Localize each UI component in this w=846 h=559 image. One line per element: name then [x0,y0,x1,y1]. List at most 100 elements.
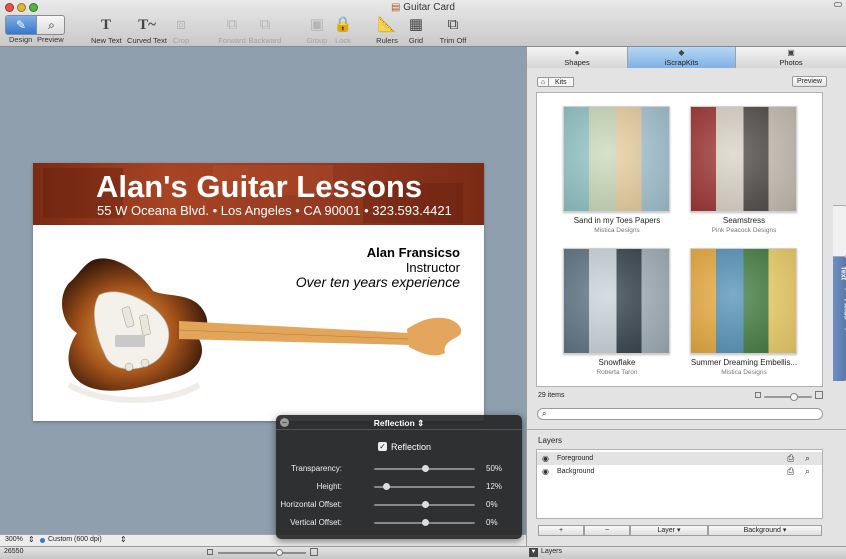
group-button[interactable]: ▣ Group [304,15,330,45]
home-icon[interactable]: ⌂ [537,77,549,87]
reflection-row-label: Transparency: [291,464,342,473]
curved-text-button[interactable]: T~ Curved Text [126,15,168,45]
printer-icon[interactable]: ⎙ [787,465,794,478]
group-icon: ▣ [309,16,325,33]
tab-shapes[interactable]: ● Shapes [527,47,628,68]
mode-segmented-control[interactable]: ✎ ⌕ [5,15,65,35]
guitar-image[interactable] [49,235,469,415]
new-text-button[interactable]: T New Text [91,15,122,45]
add-layer-button[interactable]: + [538,525,584,536]
shapes-tab-icon: ● [574,48,580,57]
side-tab-favorites[interactable]: Favorites [833,329,846,381]
tab-photos[interactable]: ▣ Photos [736,47,846,68]
slider-knob[interactable] [421,519,429,526]
kit-designer: Pink Peacock Designs [711,227,777,234]
side-tab-text[interactable]: Text [833,257,846,289]
kit-designer: Roberta Taron [596,369,638,376]
large-thumb-icon [815,391,823,399]
window-title-wrap: ▤ Guitar Card [0,2,846,13]
kit-thumbnail[interactable] [563,248,670,354]
layer-menu-button[interactable]: Layer ▾ [630,525,708,536]
reflection-row-value: 0% [486,500,498,509]
kit-name[interactable]: Snowflake [547,358,687,367]
trim-off-button[interactable]: ⧉ Trim Off [438,15,468,45]
tab-label: Shapes [564,58,590,67]
kit-designer: Mistica Designs [721,369,767,376]
forward-button[interactable]: ⧉ Forward [215,15,249,45]
card-title[interactable]: Alan's Guitar Lessons [96,169,422,205]
reflection-slider[interactable] [374,501,475,508]
layer-row[interactable]: ◉ Background ⎙ ⌕ [537,465,822,478]
side-tab-fields[interactable]: Fields [833,289,846,329]
reflection-title[interactable]: Reflection ⇕ [276,418,522,429]
design-label: Design [9,35,33,44]
reflection-checkbox-label: Reflection [391,442,432,452]
kit-name[interactable]: Summer Dreaming Embellis... [674,358,814,367]
rulers-button[interactable]: 📐 Rulers [376,15,398,45]
eye-icon[interactable]: ◉ [542,452,549,465]
zoom-level-select[interactable]: 300% [5,536,23,543]
tab-iscrapkits[interactable]: ◆ iScrapKits [628,47,736,68]
reflection-checkbox[interactable]: ✓ [378,442,387,451]
preview-mode-button[interactable]: ⌕ [36,16,64,34]
business-card[interactable]: Alan's Guitar Lessons 55 W Oceana Blvd. … [33,163,484,421]
right-panel: ● Shapes ◆ iScrapKits ▣ Photos ⌂ Kits Preview… [526,47,846,546]
background-menu-button[interactable]: Background ▾ [708,525,822,536]
document-icon: ▤ [391,2,401,13]
slider-knob[interactable] [790,393,798,401]
kit-thumbnail[interactable] [690,248,797,354]
slider-knob[interactable] [276,549,283,556]
search-input[interactable]: ⌕ [537,408,823,420]
lock-icon: 🔒 [333,16,353,33]
grid-button[interactable]: ▦ Grid [405,15,427,45]
forward-label: Forward [218,36,246,45]
canvas-zoom-slider[interactable] [218,549,306,556]
window-title: Guitar Card [403,2,455,13]
kit-name[interactable]: Seamstress [674,216,814,225]
side-tab-graphics[interactable]: Graphics [833,205,846,257]
magnifier-icon[interactable]: ⌕ [805,452,810,465]
eye-icon[interactable]: ◉ [542,465,549,478]
toolbar-toggle-button[interactable] [834,2,842,7]
kits-breadcrumb[interactable]: Kits [549,77,574,87]
tab-label: iScrapKits [664,58,699,67]
design-mode-button[interactable]: ✎ [6,16,36,34]
photos-tab-icon: ▣ [787,48,795,57]
side-tab-label: Fields [842,298,846,320]
card-address[interactable]: 55 W Oceana Blvd. • Los Angeles • CA 900… [97,203,452,218]
trim-off-icon: ⧉ [447,16,459,33]
card-banner[interactable]: Alan's Guitar Lessons 55 W Oceana Blvd. … [33,163,484,225]
search-icon: ⌕ [542,409,547,418]
curved-text-label: Curved Text [127,36,167,45]
reflection-row-value: 50% [486,464,503,473]
kit-thumbnail-shade [691,249,796,353]
layer-row[interactable]: ◉ Foreground ⎙ ⌕ [537,452,822,465]
reflection-slider[interactable] [374,483,475,490]
printer-icon[interactable]: ⎙ [787,452,794,465]
tab-label: Photos [779,58,803,67]
reflection-slider[interactable] [374,519,475,526]
divider [527,429,846,430]
remove-layer-button[interactable]: − [584,525,630,536]
magnifier-icon[interactable]: ⌕ [805,465,810,478]
crop-button[interactable]: ⧈ Crop [170,15,192,45]
thumbnail-size-slider[interactable] [764,393,812,401]
backward-button[interactable]: ⧉ Backward [248,15,282,45]
kit-thumbnail[interactable] [563,106,670,212]
slider-knob[interactable] [421,501,429,508]
layer-name: Background [557,468,595,475]
background-menu-label: Background [743,527,781,534]
new-text-icon: T [100,17,111,33]
crop-label: Crop [172,36,190,45]
kit-name[interactable]: Sand in my Toes Papers [547,216,687,225]
resolution-select[interactable]: Custom (600 dpi) [48,536,102,543]
bottom-bar: 26550 ▼ Layers [0,546,846,559]
chevron-updown-icon: ⇕ [120,535,127,544]
preview-button[interactable]: Preview [792,76,827,87]
lock-button[interactable]: 🔒 Lock [333,15,353,45]
slider-knob[interactable] [383,483,391,490]
kit-thumbnail[interactable] [690,106,797,212]
reflection-slider[interactable] [374,465,475,472]
layers-toggle-icon[interactable]: ▼ [529,548,538,557]
slider-knob[interactable] [421,465,429,472]
